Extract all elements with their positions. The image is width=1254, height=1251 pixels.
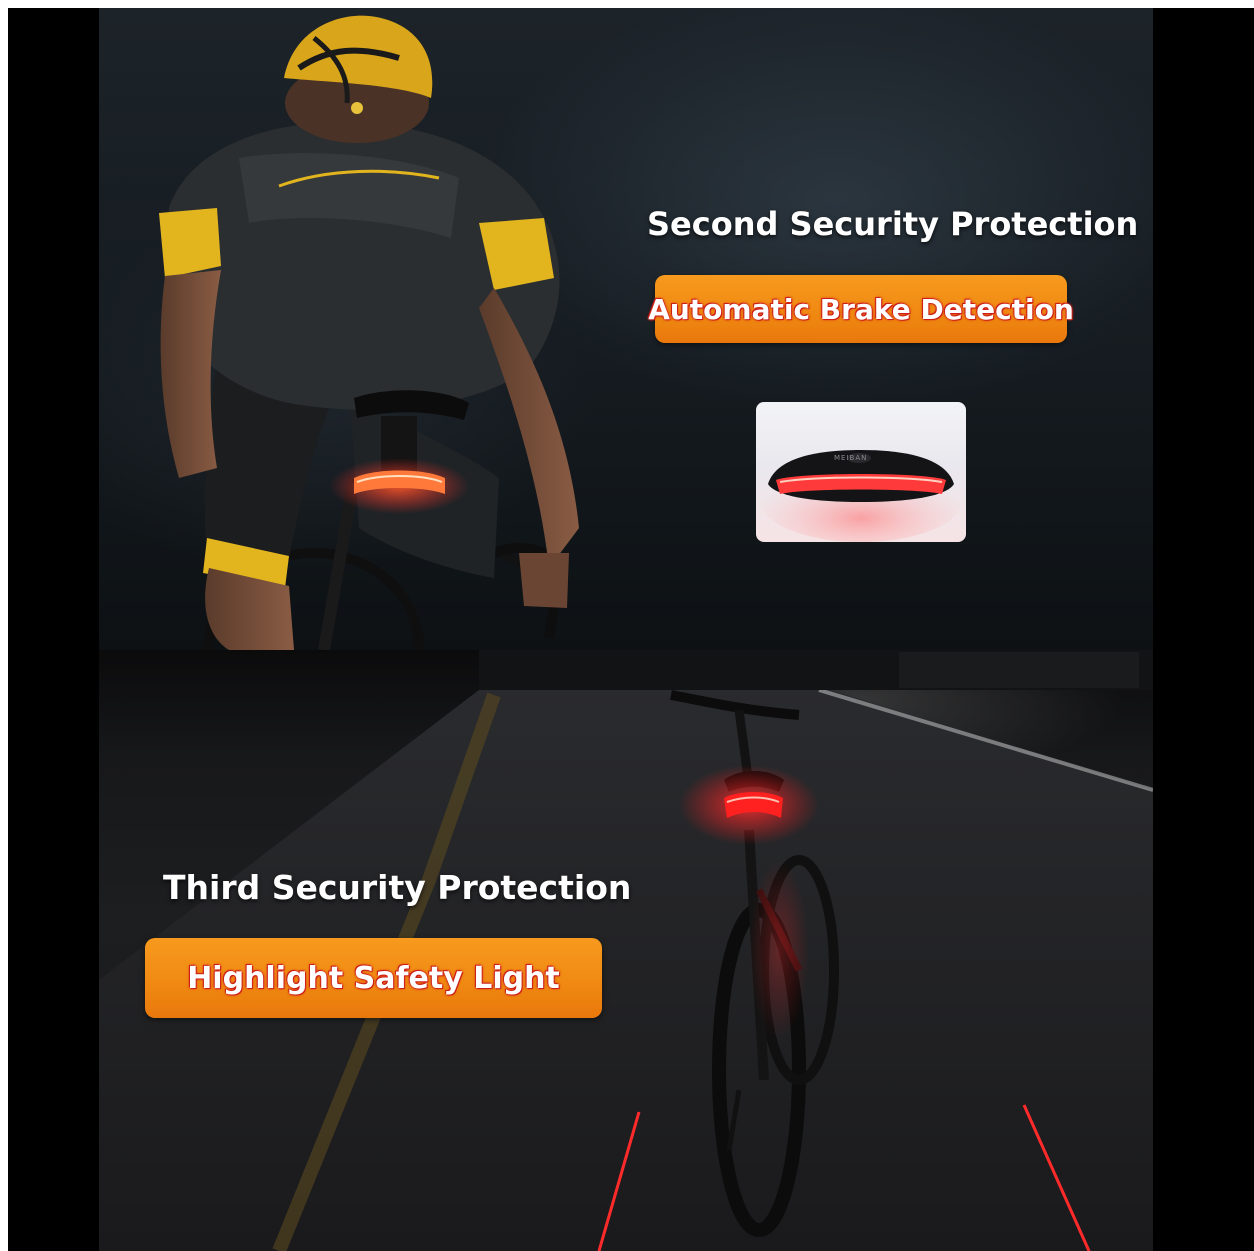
automatic-brake-detection-label: Automatic Brake Detection (648, 292, 1074, 326)
third-protection-heading: Third Security Protection (163, 868, 632, 907)
highlight-safety-light-label: Highlight Safety Light (187, 960, 560, 996)
image-frame: Second Security Protection Automatic Bra… (8, 8, 1254, 1251)
cyclist-night-photo: Second Security Protection Automatic Bra… (99, 8, 1153, 650)
tail-light-product-image: MEIBAN (756, 402, 966, 542)
bike-road-night-photo: Third Security Protection Highlight Safe… (99, 650, 1153, 1251)
tail-light-device (761, 450, 961, 542)
highlight-safety-light-badge: Highlight Safety Light (145, 938, 602, 1018)
automatic-brake-detection-badge: Automatic Brake Detection (648, 275, 1074, 343)
second-protection-heading: Second Security Protection (647, 205, 1139, 243)
product-brand-mark: MEIBAN (834, 454, 868, 462)
